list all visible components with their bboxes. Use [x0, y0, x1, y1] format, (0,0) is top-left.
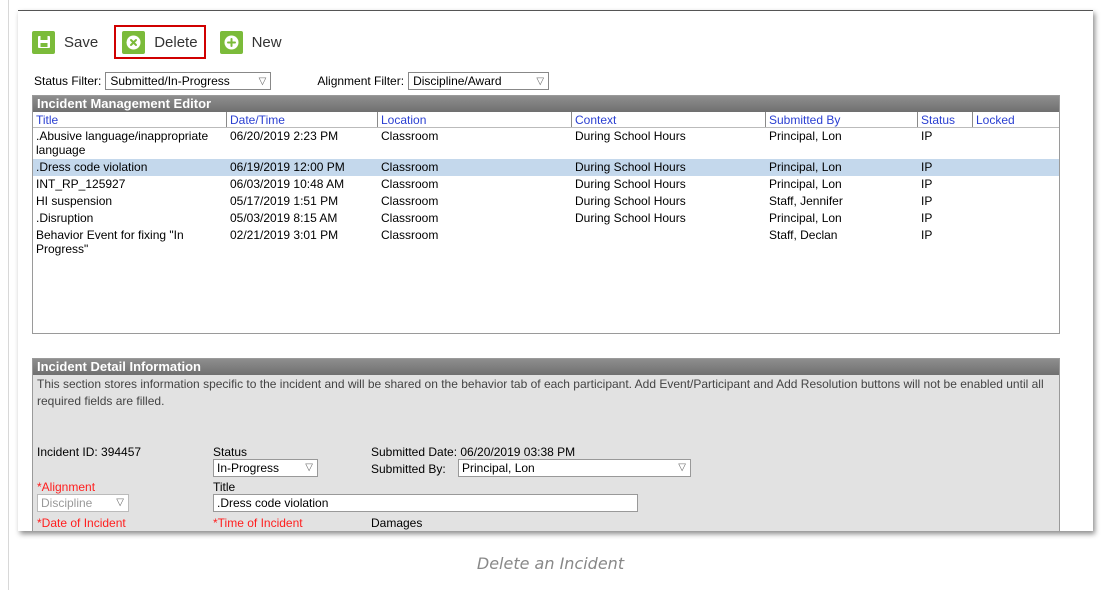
screenshot-frame: Save Delete New Status Filter: Submitted…	[18, 10, 1093, 531]
alignment-filter-select[interactable]: Discipline/Award ▽	[408, 72, 550, 90]
alignment-filter-label: Alignment Filter:	[317, 74, 405, 88]
column-header-status[interactable]: Status	[918, 112, 973, 127]
editor-title: Incident Management Editor	[33, 96, 1059, 112]
plus-icon	[219, 30, 243, 54]
incident-id: Incident ID: 394457	[37, 445, 142, 459]
submitted-date: Submitted Date: 06/20/2019 03:38 PM	[371, 445, 576, 459]
page-left-rule	[8, 0, 9, 590]
table-row[interactable]: .Abusive language/inappropriate language…	[33, 128, 1059, 159]
damages-label: Damages	[371, 516, 423, 530]
column-header-submitted-by[interactable]: Submitted By	[766, 112, 918, 127]
submitted-by-select[interactable]: Principal, Lon ▽	[458, 459, 691, 477]
chevron-down-icon: ▽	[305, 462, 313, 473]
table-row[interactable]: HI suspension 05/17/2019 1:51 PM Classro…	[33, 193, 1059, 210]
submitted-by-value: Principal, Lon	[462, 461, 535, 475]
alignment-select-value: Discipline	[41, 496, 93, 510]
table-row[interactable]: Behavior Event for fixing "In Progress" …	[33, 227, 1059, 258]
save-icon	[32, 30, 55, 54]
title-label: Title	[213, 480, 236, 494]
status-filter-select[interactable]: Submitted/In-Progress ▽	[105, 72, 272, 90]
column-header-title[interactable]: Title	[33, 112, 227, 127]
chevron-down-icon: ▽	[536, 75, 545, 87]
status-label: Status	[213, 445, 248, 459]
status-filter-value: Submitted/In-Progress	[110, 74, 230, 88]
table-row[interactable]: INT_RP_125927 06/03/2019 10:48 AM Classr…	[33, 176, 1059, 193]
column-header-location[interactable]: Location	[378, 112, 572, 127]
new-button[interactable]: New	[216, 25, 288, 59]
submitted-by-label: Submitted By:	[371, 462, 446, 476]
filter-bar: Status Filter: Submitted/In-Progress ▽ A…	[34, 72, 550, 90]
status-filter-label: Status Filter:	[34, 74, 102, 88]
table-row-selected[interactable]: .Dress code violation 06/19/2019 12:00 P…	[33, 159, 1059, 176]
incident-management-editor: Incident Management Editor Title Date/Ti…	[32, 95, 1060, 334]
chevron-down-icon: ▽	[116, 497, 124, 508]
toolbar: Save Delete New	[28, 25, 298, 59]
chevron-down-icon: ▽	[678, 462, 686, 473]
save-label: Save	[64, 33, 99, 51]
title-input[interactable]: .Dress code violation	[213, 494, 638, 512]
figure-caption: Delete an Incident	[476, 554, 625, 573]
column-header-datetime[interactable]: Date/Time	[227, 112, 378, 127]
column-header-context[interactable]: Context	[572, 112, 766, 127]
table-row[interactable]: .Disruption 05/03/2019 8:15 AM Classroom…	[33, 210, 1059, 227]
status-select-value: In-Progress	[217, 461, 280, 475]
incident-detail-panel: Incident Detail Information This section…	[32, 358, 1060, 531]
detail-title: Incident Detail Information	[33, 359, 1059, 375]
delete-button[interactable]: Delete	[114, 25, 206, 59]
alignment-label: *Alignment	[37, 480, 96, 494]
date-of-incident-label: *Date of Incident	[37, 516, 126, 530]
delete-label: Delete	[154, 33, 198, 51]
detail-description: This section stores information specific…	[37, 377, 1044, 408]
column-header-locked[interactable]: Locked	[973, 112, 1059, 127]
time-of-incident-label: *Time of Incident	[213, 516, 303, 530]
alignment-filter-value: Discipline/Award	[413, 74, 502, 88]
new-label: New	[251, 33, 282, 51]
editor-column-headers: Title Date/Time Location Context Submitt…	[33, 112, 1059, 128]
save-button[interactable]: Save	[28, 25, 104, 59]
delete-icon	[122, 30, 146, 54]
chevron-down-icon: ▽	[258, 75, 267, 87]
status-select[interactable]: In-Progress ▽	[213, 459, 318, 477]
alignment-select: Discipline ▽	[37, 494, 129, 512]
